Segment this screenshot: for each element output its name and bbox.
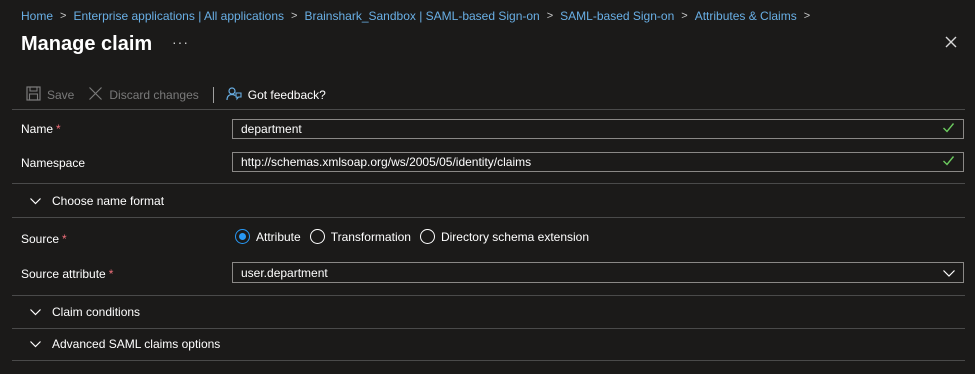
source-attribute-label: Source attribute * bbox=[21, 267, 114, 281]
required-marker: * bbox=[56, 122, 61, 136]
name-format-label: Choose name format bbox=[52, 194, 165, 208]
radio-unselected-icon bbox=[419, 229, 435, 244]
discard-changes-button[interactable]: Discard changes bbox=[88, 86, 199, 104]
breadcrumb-app-sso[interactable]: Brainshark_Sandbox | SAML-based Sign-on bbox=[304, 9, 539, 23]
name-input[interactable]: department bbox=[232, 119, 964, 139]
breadcrumb-enterprise-applications[interactable]: Enterprise applications | All applicatio… bbox=[73, 9, 284, 23]
source-label: Source * bbox=[21, 232, 67, 246]
chevron-down-icon bbox=[30, 194, 41, 208]
source-attribute-value: user.department bbox=[241, 265, 328, 280]
radio-selected-icon bbox=[235, 229, 250, 244]
feedback-button[interactable]: Got feedback? bbox=[226, 86, 326, 105]
divider bbox=[12, 295, 965, 296]
breadcrumb-separator: > bbox=[681, 10, 688, 22]
required-marker: * bbox=[108, 267, 114, 281]
name-format-expander[interactable]: Choose name format bbox=[30, 194, 164, 208]
breadcrumb-separator: > bbox=[291, 10, 298, 22]
namespace-value: http://schemas.xmlsoap.org/ws/2005/05/id… bbox=[241, 155, 532, 169]
save-label: Save bbox=[47, 88, 75, 102]
advanced-saml-options-expander[interactable]: Advanced SAML claims options bbox=[30, 337, 220, 351]
source-radio-transformation[interactable]: Transformation bbox=[309, 229, 411, 244]
radio-label: Transformation bbox=[330, 229, 411, 244]
breadcrumb: Home > Enterprise applications | All app… bbox=[21, 9, 817, 23]
source-radio-attribute[interactable]: Attribute bbox=[235, 229, 301, 244]
discard-icon bbox=[88, 86, 103, 104]
chevron-down-icon bbox=[30, 305, 41, 319]
radio-label: Attribute bbox=[256, 229, 301, 244]
feedback-label: Got feedback? bbox=[247, 88, 326, 102]
required-marker: * bbox=[62, 232, 67, 246]
breadcrumb-home[interactable]: Home bbox=[21, 9, 53, 23]
divider bbox=[12, 328, 965, 329]
divider bbox=[12, 360, 965, 361]
discard-label: Discard changes bbox=[109, 88, 199, 102]
claim-conditions-label: Claim conditions bbox=[52, 305, 141, 319]
toolbar-divider bbox=[212, 87, 214, 103]
valid-checkmark-icon bbox=[942, 154, 955, 170]
divider bbox=[12, 217, 965, 218]
page-title: Manage claim bbox=[21, 33, 153, 55]
radio-unselected-icon bbox=[309, 229, 325, 244]
save-button[interactable]: Save bbox=[26, 86, 74, 104]
command-bar: Save Discard changes Got feedback? bbox=[26, 86, 340, 104]
close-icon[interactable] bbox=[943, 34, 959, 50]
chevron-down-icon bbox=[30, 337, 41, 351]
name-label: Name * bbox=[21, 122, 61, 136]
source-radio-directory-schema-extension[interactable]: Directory schema extension bbox=[419, 229, 590, 244]
radio-label: Directory schema extension bbox=[440, 229, 590, 244]
name-value: department bbox=[241, 122, 302, 136]
breadcrumb-saml-sign-on[interactable]: SAML-based Sign-on bbox=[560, 9, 674, 23]
source-radio-group: Attribute Transformation Directory schem… bbox=[235, 229, 598, 244]
breadcrumb-separator: > bbox=[60, 10, 67, 22]
breadcrumb-attributes-claims[interactable]: Attributes & Claims bbox=[695, 9, 797, 23]
valid-checkmark-icon bbox=[942, 121, 955, 137]
divider bbox=[12, 109, 965, 110]
divider bbox=[12, 183, 965, 184]
breadcrumb-separator: > bbox=[803, 10, 811, 22]
source-attribute-dropdown[interactable]: user.department bbox=[232, 262, 964, 283]
advanced-saml-options-label: Advanced SAML claims options bbox=[52, 337, 221, 351]
claim-conditions-expander[interactable]: Claim conditions bbox=[30, 305, 140, 319]
feedback-icon bbox=[226, 86, 242, 105]
chevron-down-icon bbox=[943, 266, 955, 280]
more-options-button[interactable]: ··· bbox=[172, 34, 189, 50]
namespace-label: Namespace bbox=[21, 156, 86, 170]
namespace-input[interactable]: http://schemas.xmlsoap.org/ws/2005/05/id… bbox=[232, 152, 964, 172]
save-icon bbox=[26, 86, 41, 104]
breadcrumb-separator: > bbox=[546, 10, 554, 22]
